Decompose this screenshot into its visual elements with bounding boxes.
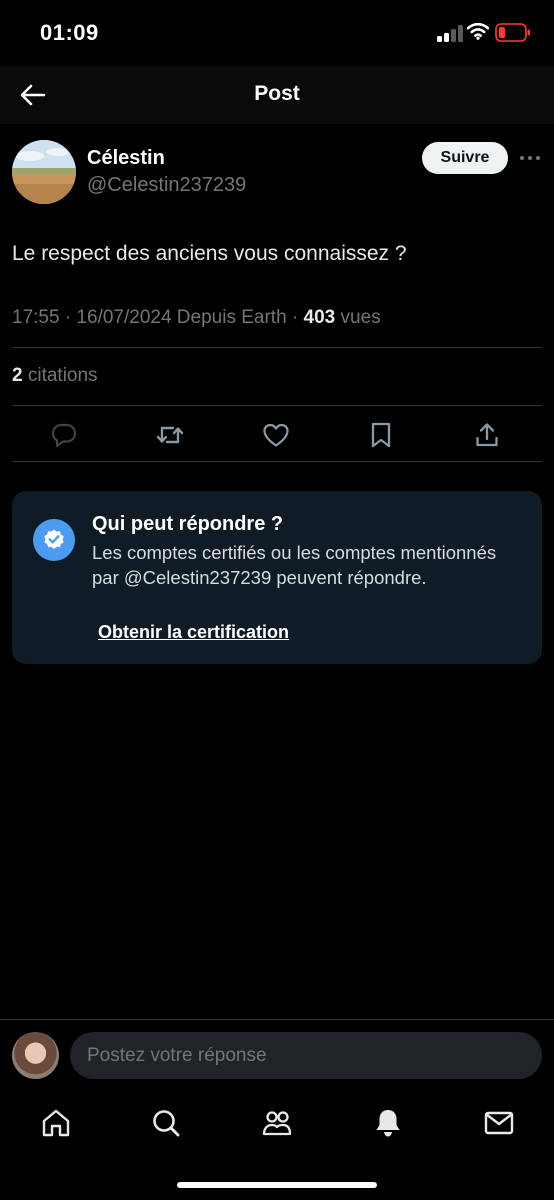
heart-icon [263,423,289,447]
more-options-button[interactable] [518,147,542,169]
communities-icon [262,1111,292,1136]
share-button[interactable] [472,420,502,450]
verified-check-icon [44,529,64,549]
repost-icon [156,426,184,444]
more-horizontal-icon [520,156,540,160]
current-user-avatar[interactable] [12,1032,59,1079]
quotes-link[interactable]: 2 citations [12,365,98,387]
wifi-icon [467,22,489,40]
like-button[interactable] [261,420,291,450]
mail-icon [484,1111,514,1135]
quotes-label: citations [22,365,98,386]
bookmark-icon [371,422,391,448]
reply-input[interactable] [70,1032,542,1079]
reply-restriction-text: Les comptes certifiés ou les comptes men… [92,542,497,588]
post-timestamp-source: 17:55 · 16/07/2024 Depuis Earth · [12,307,304,328]
page-title: Post [254,82,300,105]
cellular-signal-icon [437,24,463,42]
author-handle[interactable]: @Celestin237239 [87,174,246,197]
views-label: vues [335,307,381,328]
reply-restriction-card: Qui peut répondre ? Les comptes certifié… [12,491,542,664]
bookmark-button[interactable] [366,420,396,450]
tab-notifications[interactable] [369,1104,407,1142]
reply-restriction-title: Qui peut répondre ? [92,513,284,535]
divider [12,405,542,406]
verified-badge [33,519,75,561]
comment-icon [51,423,77,448]
avatar-landscape-image [12,140,76,204]
top-navigation-bar: Post [0,66,554,124]
home-indicator[interactable] [177,1182,377,1188]
author-name[interactable]: Célestin [87,147,165,170]
tab-home[interactable] [37,1104,75,1142]
tab-messages[interactable] [480,1104,518,1142]
post-action-bar [0,420,554,454]
quotes-count: 2 [12,365,23,386]
author-avatar[interactable] [12,140,76,204]
tab-search[interactable] [147,1104,185,1142]
views-count[interactable]: 403 [304,307,336,328]
status-bar: 01:09 [0,0,554,66]
bell-icon [376,1110,400,1137]
divider [12,347,542,348]
get-verified-link[interactable]: Obtenir la certification [98,622,289,643]
battery-icon [495,23,530,42]
status-time: 01:09 [40,20,99,45]
post-text: Le respect des anciens vous connaissez ? [12,242,407,265]
bottom-tab-bar [0,1090,554,1200]
repost-button[interactable] [155,420,185,450]
follow-button[interactable]: Suivre [422,142,508,174]
post-metadata: 17:55 · 16/07/2024 Depuis Earth · 403 vu… [12,307,381,329]
reply-composer [0,1019,554,1090]
home-icon [42,1109,70,1137]
tab-communities[interactable] [258,1104,296,1142]
search-icon [153,1110,180,1137]
share-icon [476,423,498,447]
reply-button[interactable] [49,420,79,450]
divider [12,461,542,462]
